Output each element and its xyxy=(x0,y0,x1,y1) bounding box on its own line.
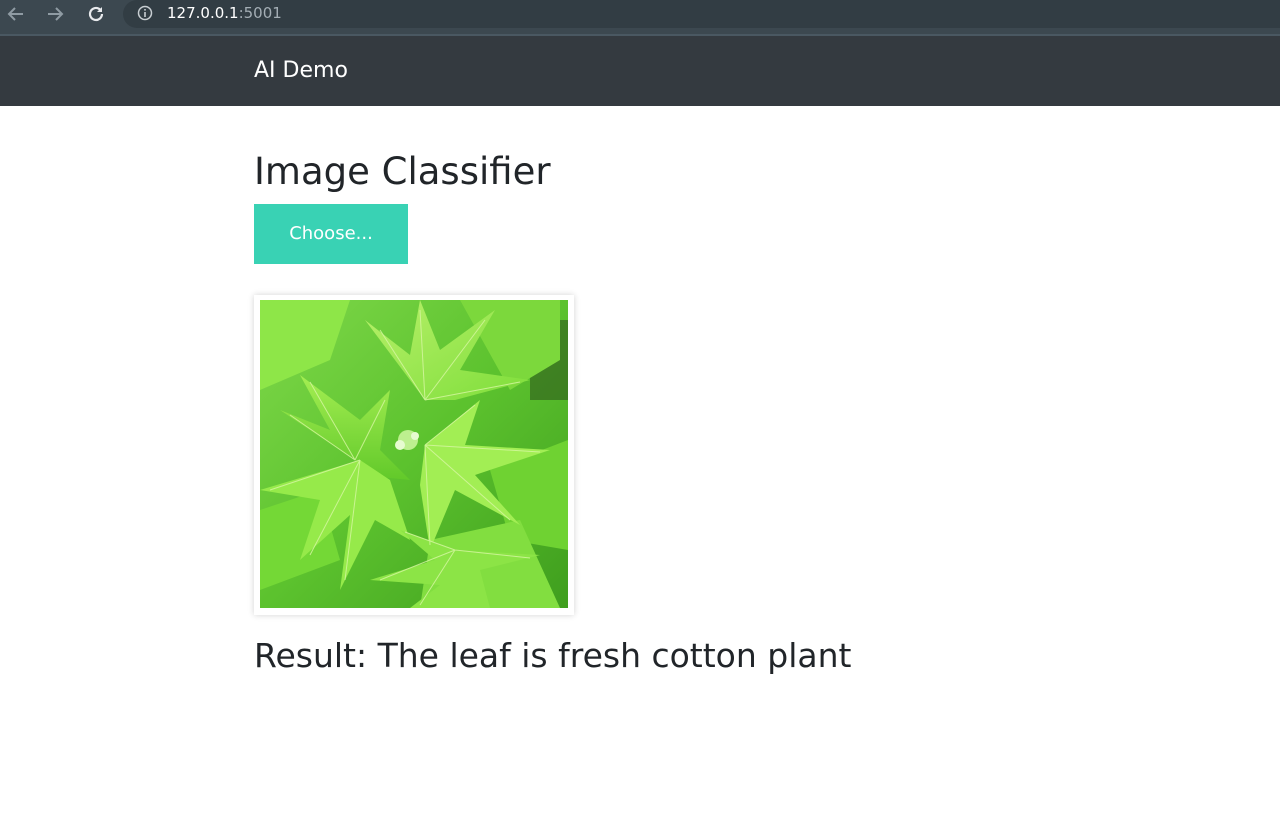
page-title: Image Classifier xyxy=(254,150,551,193)
url-host: 127.0.0.1 xyxy=(167,4,239,22)
choose-file-button[interactable]: Choose... xyxy=(254,204,408,264)
forward-arrow-icon[interactable] xyxy=(43,2,67,26)
result-prefix: Result: xyxy=(254,636,368,675)
info-icon[interactable] xyxy=(137,5,153,21)
navbar-brand[interactable]: AI Demo xyxy=(254,57,348,85)
back-arrow-icon[interactable] xyxy=(4,2,28,26)
image-preview-frame xyxy=(254,295,574,615)
browser-toolbar: 127.0.0.1:5001 xyxy=(0,0,1280,36)
leaf-preview-image xyxy=(260,300,568,608)
navbar: AI Demo xyxy=(0,36,1280,106)
url-text: 127.0.0.1:5001 xyxy=(167,4,282,22)
url-port: :5001 xyxy=(238,4,282,22)
reload-icon[interactable] xyxy=(84,2,108,26)
address-bar[interactable]: 127.0.0.1:5001 xyxy=(123,0,1280,28)
result-value: The leaf is fresh cotton plant xyxy=(377,636,852,675)
result-text: Result: The leaf is fresh cotton plant xyxy=(254,634,851,678)
